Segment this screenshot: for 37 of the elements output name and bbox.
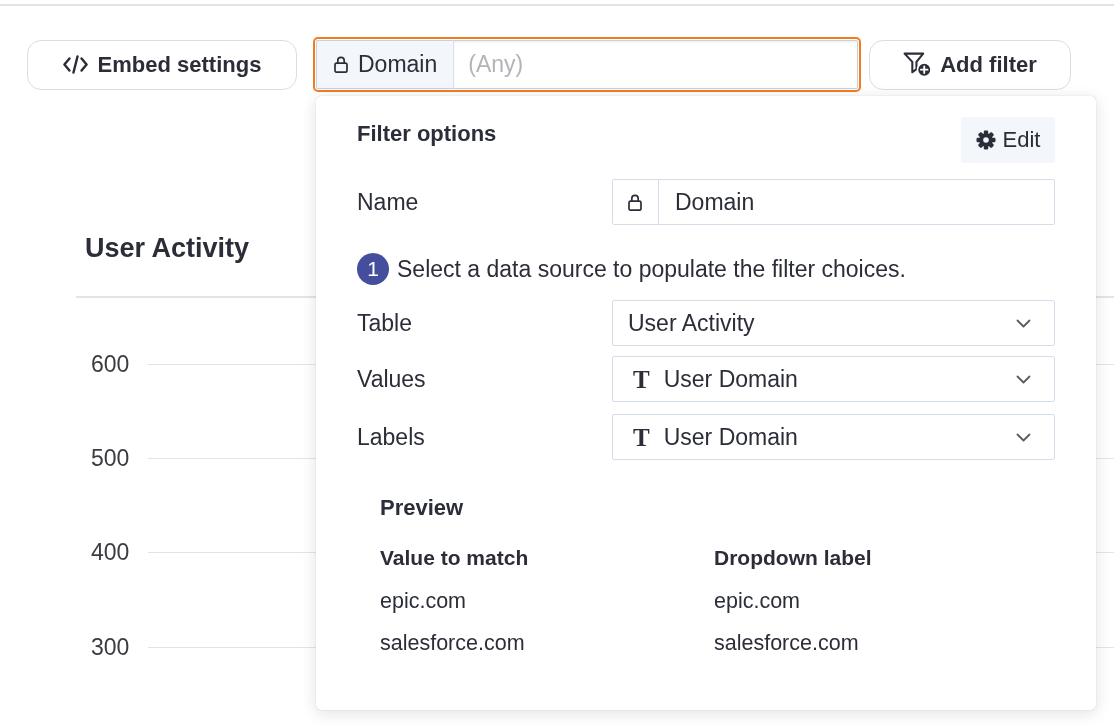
filter-value-field[interactable]: (Any) bbox=[454, 40, 858, 89]
popover-title: Filter options bbox=[357, 122, 497, 146]
step-number: 1 bbox=[357, 253, 389, 285]
y-axis-label: 500 bbox=[91, 444, 130, 471]
field-label: Values bbox=[357, 365, 426, 392]
y-axis-label: 400 bbox=[91, 539, 130, 566]
filter-name-button[interactable]: Domain bbox=[316, 40, 455, 89]
settings-icon bbox=[975, 130, 996, 150]
text-type-icon: T bbox=[633, 424, 650, 450]
filter-chip[interactable]: Domain (Any) bbox=[313, 37, 861, 92]
section-title: Preview bbox=[380, 497, 464, 519]
dropdown-select[interactable]: User Activity bbox=[612, 300, 1055, 346]
column-header: Dropdown label bbox=[714, 547, 872, 569]
chevron-down-icon bbox=[1016, 432, 1031, 442]
text-type-icon: T bbox=[633, 366, 650, 392]
column-header: Value to match bbox=[380, 547, 529, 569]
embed-settings-button[interactable]: Embed settings bbox=[27, 39, 297, 90]
field-label: Labels bbox=[357, 423, 425, 450]
funnel-plus-icon bbox=[903, 52, 933, 77]
code-icon bbox=[62, 55, 88, 74]
edit-button[interactable]: Edit bbox=[961, 117, 1055, 163]
table-cell: salesforce.com bbox=[380, 632, 525, 654]
chevron-down-icon bbox=[1016, 374, 1031, 384]
step-instruction: Select a data source to populate the filter choices. bbox=[397, 255, 906, 283]
table-cell: epic.com bbox=[380, 590, 467, 612]
chevron-down-icon bbox=[1016, 318, 1031, 328]
y-axis-label: 600 bbox=[91, 350, 130, 377]
chart-title: User Activity bbox=[85, 233, 250, 263]
field-label: Table bbox=[357, 309, 412, 336]
add-filter-button[interactable]: Add filter bbox=[869, 39, 1071, 90]
dropdown-select[interactable]: T User Domain bbox=[612, 414, 1055, 460]
y-axis-label: 300 bbox=[91, 633, 130, 660]
dropdown-select[interactable]: T User Domain bbox=[612, 356, 1055, 402]
field-label: Name bbox=[357, 188, 419, 215]
name-field[interactable]: Domain bbox=[612, 179, 1055, 225]
table-cell: salesforce.com bbox=[714, 632, 859, 654]
table-cell: epic.com bbox=[714, 590, 801, 612]
